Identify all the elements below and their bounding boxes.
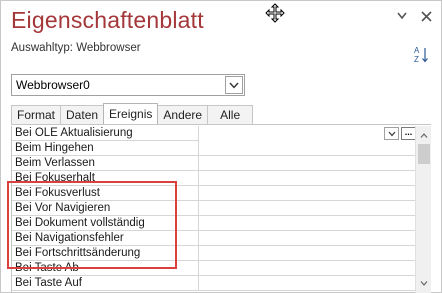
property-sheet-pane: Eigenschaftenblatt Auswahltyp: Webbrowse… <box>0 0 442 293</box>
property-row[interactable]: Bei OLE Aktualisierung ... <box>12 126 431 141</box>
property-value-field[interactable] <box>198 201 416 216</box>
property-label: Bei OLE Aktualisierung <box>15 127 133 139</box>
property-label: Bei Fokuserhalt <box>15 172 95 184</box>
property-value-field[interactable] <box>198 261 416 276</box>
tab-format[interactable]: Format <box>11 105 62 124</box>
svg-text:Z: Z <box>414 55 419 64</box>
pane-title: Eigenschaftenblatt <box>11 7 204 33</box>
tab-ereignis[interactable]: Ereignis <box>103 103 159 124</box>
property-label: Beim Hingehen <box>15 142 94 154</box>
tab-divider <box>11 124 431 125</box>
scroll-down-button[interactable] <box>416 276 432 290</box>
property-label: Beim Verlassen <box>15 157 95 169</box>
property-tabs: Format Daten Ereignis Andere Alle <box>11 103 254 125</box>
property-row[interactable]: Bei Navigationsfehler <box>12 231 431 246</box>
tab-andere[interactable]: Andere <box>157 105 209 124</box>
property-value-field[interactable] <box>198 231 416 246</box>
scrollbar-thumb[interactable] <box>418 144 430 164</box>
object-selector-value: Webbrowser0 <box>16 78 90 92</box>
vertical-scrollbar[interactable] <box>415 126 431 293</box>
tab-daten[interactable]: Daten <box>60 105 105 124</box>
chevron-down-icon <box>397 12 407 20</box>
object-selector-dropdown-button[interactable] <box>225 76 243 94</box>
svg-text:A: A <box>414 46 420 55</box>
property-dropdown-button[interactable] <box>384 127 399 140</box>
property-row[interactable]: Beim Hingehen <box>12 141 431 156</box>
builder-button[interactable]: ... <box>401 127 416 140</box>
selection-type: Auswahltyp: Webbrowser <box>11 42 141 54</box>
chevron-down-icon <box>388 131 395 136</box>
chevron-down-icon <box>420 280 428 286</box>
property-row[interactable]: Bei Dokument vollständig <box>12 216 431 231</box>
property-row[interactable]: Bei Fortschrittsänderung <box>12 246 431 261</box>
selection-type-value: Webbrowser <box>76 42 141 54</box>
property-row[interactable]: Bei Fokuserhalt <box>12 171 431 186</box>
property-row[interactable]: Bei Vor Navigieren <box>12 201 431 216</box>
property-value-field[interactable] <box>198 186 416 201</box>
property-value-field[interactable] <box>198 276 416 291</box>
property-grid: Bei OLE Aktualisierung ... Beim Hingehen… <box>11 126 431 293</box>
property-value-field[interactable] <box>198 156 416 171</box>
move-cursor-icon[interactable] <box>265 3 285 23</box>
property-label: Bei Navigationsfehler <box>15 232 124 244</box>
property-value-field[interactable] <box>198 216 416 231</box>
close-icon <box>420 10 432 22</box>
property-value-field[interactable] <box>198 141 416 156</box>
tab-alle[interactable]: Alle <box>207 105 254 124</box>
object-selector-combobox[interactable]: Webbrowser0 <box>11 74 245 96</box>
property-label: Bei Taste Auf <box>15 277 82 289</box>
property-row[interactable]: Bei Fokusverlust <box>12 186 431 201</box>
property-label: Bei Fortschrittsänderung <box>15 247 141 259</box>
property-row[interactable]: Beim Verlassen <box>12 156 431 171</box>
chevron-up-icon <box>420 132 428 138</box>
scroll-up-button[interactable] <box>416 128 432 142</box>
property-label: Bei Dokument vollständig <box>15 217 145 229</box>
property-value-field[interactable] <box>198 171 416 186</box>
sort-az-icon[interactable]: A Z <box>413 45 429 65</box>
property-row[interactable]: Bei Taste Auf <box>12 276 431 291</box>
close-pane-button[interactable] <box>419 9 433 23</box>
property-label: Bei Fokusverlust <box>15 187 101 199</box>
property-value-field[interactable] <box>198 246 416 261</box>
selection-type-label: Auswahltyp: <box>11 42 74 54</box>
pane-options-dropdown[interactable] <box>395 9 409 23</box>
property-label: Bei Vor Navigieren <box>15 202 111 214</box>
chevron-down-icon <box>229 82 239 89</box>
property-row[interactable]: Bei Taste Ab <box>12 261 431 276</box>
property-label: Bei Taste Ab <box>15 262 79 274</box>
